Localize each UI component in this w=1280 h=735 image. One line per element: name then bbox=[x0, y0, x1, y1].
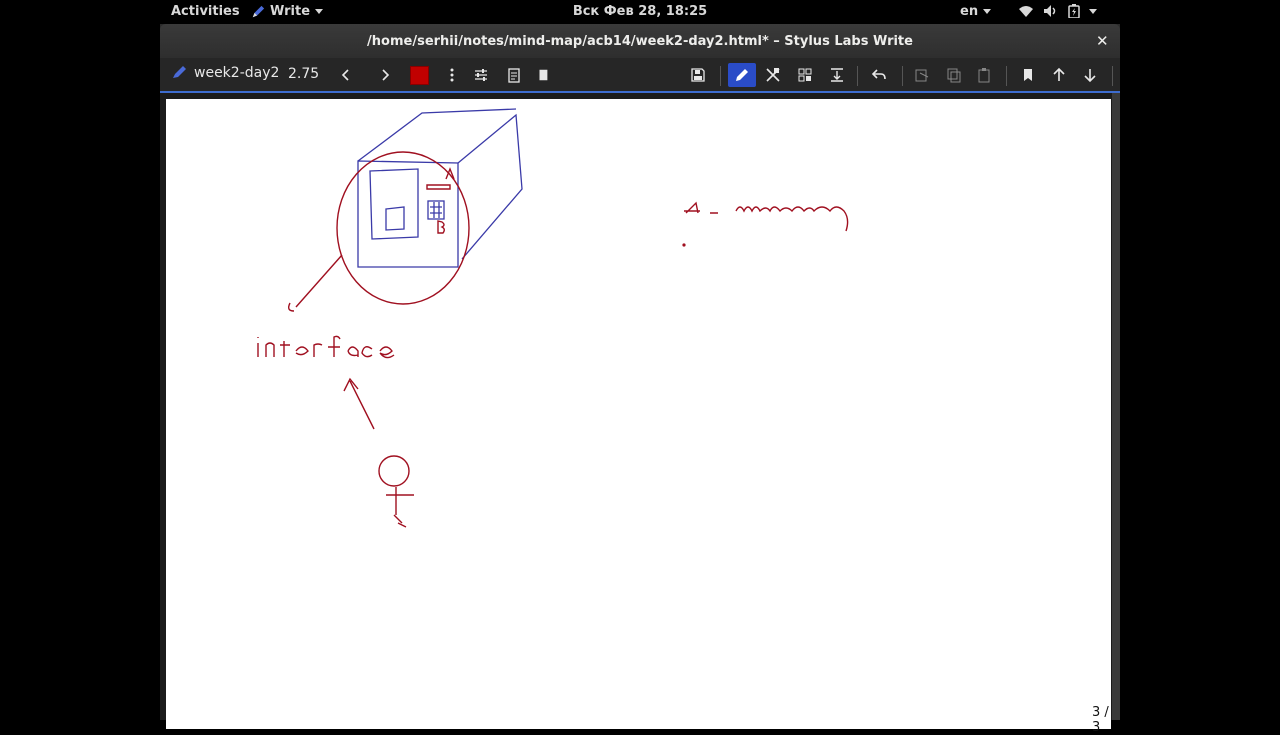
eraser-tool-button[interactable] bbox=[764, 63, 782, 87]
next-page-button[interactable] bbox=[377, 63, 393, 87]
app-window: /home/serhii/notes/mind-map/acb14/week2-… bbox=[160, 24, 1120, 735]
chevron-down-icon bbox=[983, 9, 992, 14]
pen-icon bbox=[173, 66, 186, 78]
wifi-icon bbox=[1019, 6, 1033, 17]
volume-icon bbox=[1044, 5, 1056, 17]
copy-button[interactable] bbox=[946, 63, 962, 87]
paste-button[interactable] bbox=[976, 63, 992, 87]
undo-button[interactable] bbox=[870, 63, 888, 87]
document-name: week2-day2 bbox=[194, 65, 280, 81]
arrow-down-icon bbox=[1084, 69, 1096, 83]
gnome-top-bar: Activities Write Вск Фев 28, 18:25 en bbox=[0, 0, 1280, 24]
toolbar-separator bbox=[1006, 66, 1007, 86]
pen-color-swatch[interactable] bbox=[410, 66, 429, 85]
window-title: /home/serhii/notes/mind-map/acb14/week2-… bbox=[367, 34, 913, 49]
grid-select-icon bbox=[798, 68, 812, 82]
prev-page-button[interactable] bbox=[338, 63, 354, 87]
prev-bookmark-button[interactable] bbox=[1051, 63, 1067, 87]
page-indicator: 3 / 3 bbox=[1092, 705, 1109, 735]
toolbar-separator bbox=[1112, 66, 1113, 86]
select-tool-button[interactable] bbox=[796, 63, 814, 87]
system-tray[interactable] bbox=[1018, 4, 1097, 18]
page-setup-button[interactable] bbox=[506, 63, 522, 87]
sliders-icon bbox=[475, 69, 487, 81]
arrow-up-icon bbox=[1053, 67, 1065, 81]
drawing-canvas-area[interactable]: 3 / 3 bbox=[160, 93, 1120, 735]
overflow-menu-button[interactable] bbox=[444, 63, 460, 87]
chevron-left-icon bbox=[341, 69, 349, 81]
window-titlebar[interactable]: /home/serhii/notes/mind-map/acb14/week2-… bbox=[160, 24, 1120, 58]
zoom-level[interactable]: 2.75 bbox=[288, 66, 319, 82]
vertical-scrollbar[interactable] bbox=[1112, 93, 1120, 720]
adjust-button[interactable] bbox=[473, 63, 489, 87]
eraser-icon bbox=[766, 68, 780, 82]
insert-space-button[interactable] bbox=[828, 63, 846, 87]
toolbar-separator bbox=[857, 66, 858, 86]
chevron-right-icon bbox=[382, 69, 390, 81]
note-page[interactable]: 3 / 3 bbox=[166, 99, 1111, 735]
more-vertical-icon bbox=[450, 68, 454, 82]
insert-space-icon bbox=[831, 68, 843, 82]
battery-icon bbox=[1068, 4, 1080, 18]
copy-icon bbox=[947, 68, 961, 83]
chevron-down-icon bbox=[1089, 8, 1097, 14]
cut-button[interactable] bbox=[914, 63, 930, 87]
close-icon[interactable]: ✕ bbox=[1096, 32, 1109, 50]
cut-icon bbox=[915, 69, 929, 82]
pen-tool-icon bbox=[736, 69, 748, 81]
handwritten-drawing bbox=[257, 108, 849, 528]
next-bookmark-button[interactable] bbox=[1082, 63, 1098, 87]
red-annotations bbox=[257, 151, 849, 528]
language-indicator[interactable]: en bbox=[960, 4, 992, 19]
atm-box-sketch bbox=[357, 108, 523, 268]
toolbar-separator bbox=[720, 66, 721, 86]
undo-icon bbox=[871, 69, 886, 80]
bookmark-icon bbox=[1024, 69, 1032, 81]
save-icon bbox=[691, 68, 705, 82]
pen-tool-button[interactable] bbox=[728, 63, 756, 87]
save-button[interactable] bbox=[690, 63, 706, 87]
document-menu[interactable]: week2-day2 bbox=[172, 65, 279, 81]
toolbar: week2-day2 2.75 bbox=[160, 58, 1120, 92]
bookmark-button[interactable] bbox=[1020, 63, 1036, 87]
toolbar-separator bbox=[902, 66, 903, 86]
paste-icon bbox=[978, 68, 990, 83]
page-icon bbox=[539, 69, 548, 81]
clipboard-icon bbox=[508, 68, 520, 83]
page-button[interactable] bbox=[536, 63, 550, 87]
language-label: en bbox=[960, 4, 979, 19]
